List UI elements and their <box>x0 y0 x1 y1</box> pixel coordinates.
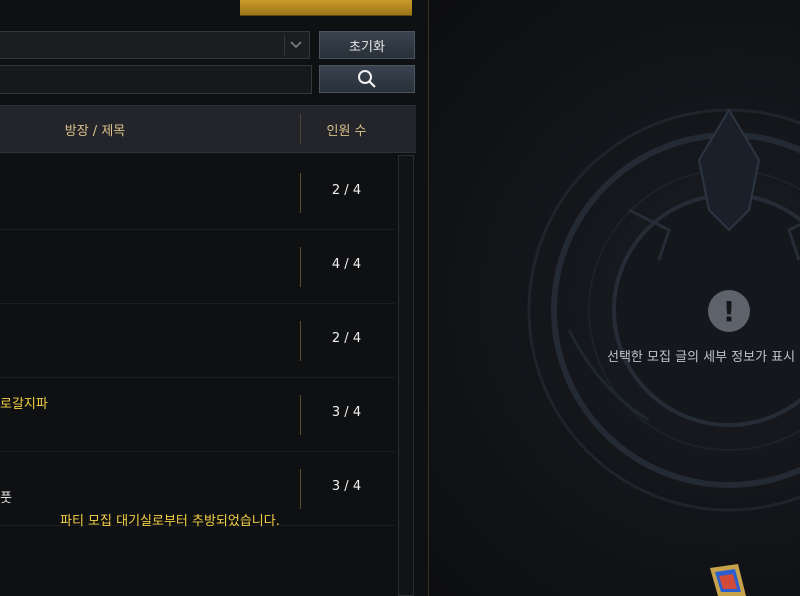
detail-empty-message: 선택한 모집 글의 세부 정보가 표시 <box>607 350 796 365</box>
search-icon <box>358 70 376 88</box>
list-item[interactable]: 2 / 4 <box>0 303 395 378</box>
reset-button[interactable]: 초기화 <box>319 31 415 59</box>
chevron-down-icon[interactable] <box>284 35 307 55</box>
top-action-button[interactable] <box>240 0 412 16</box>
notification-icon[interactable] <box>708 562 748 596</box>
row-count: 2 / 4 <box>331 183 362 198</box>
header-title: 방장 / 제목 <box>64 124 126 139</box>
list-item[interactable]: 4 / 4 <box>0 229 395 304</box>
party-recruit-panel: 초기화 방장 / 제목 인원 수 2 / 4 4 / 4 2 / 4 로갈지파 … <box>0 0 429 596</box>
list-scrollbar[interactable] <box>398 155 414 596</box>
search-button[interactable] <box>319 65 415 93</box>
exclamation-icon: ! <box>708 290 750 332</box>
row-count: 3 / 4 <box>331 405 362 420</box>
list-item[interactable]: 2 / 4 <box>0 155 395 230</box>
row-title: 풋 <box>0 491 12 506</box>
header-count: 인원 수 <box>326 124 367 139</box>
row-count: 2 / 4 <box>331 331 362 346</box>
row-title: 로갈지파 <box>0 397 48 412</box>
search-input[interactable] <box>0 65 312 94</box>
row-count: 4 / 4 <box>331 257 362 272</box>
filter-dropdown[interactable] <box>0 31 310 59</box>
list-header: 방장 / 제목 인원 수 <box>0 105 416 153</box>
system-message: 파티 모집 대기실로부터 추방되었습니다. <box>60 514 280 529</box>
list-item[interactable]: 로갈지파 3 / 4 <box>0 377 395 452</box>
emblem-decoration <box>527 108 800 512</box>
row-count: 3 / 4 <box>331 479 362 494</box>
detail-pane: ! 선택한 모집 글의 세부 정보가 표시 <box>429 0 800 596</box>
